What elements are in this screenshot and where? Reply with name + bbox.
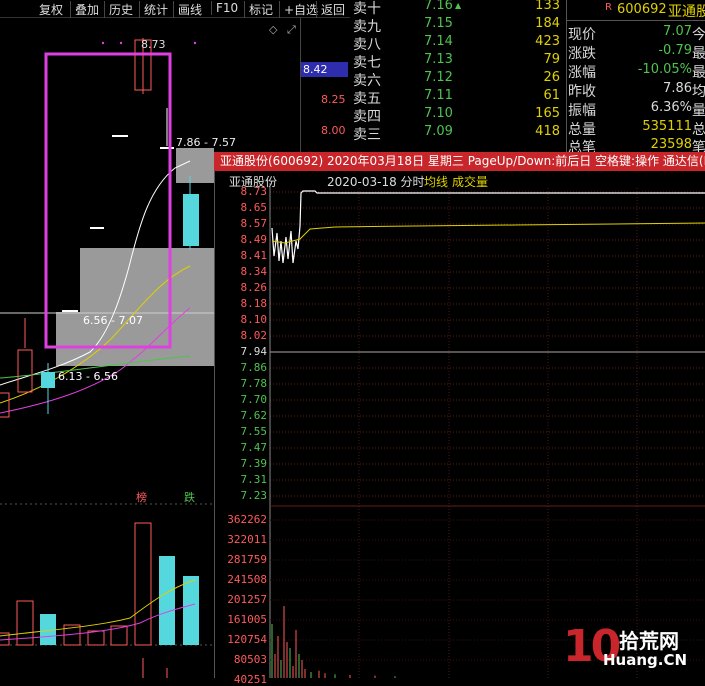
volume-level-label: 241508 — [227, 573, 267, 586]
price-level-label: 7.86 — [240, 361, 268, 374]
price-level-label: 8.18 — [240, 297, 268, 310]
expand-icon[interactable]: ⤢ — [287, 23, 296, 37]
toolbar-stats[interactable]: 统计 — [139, 1, 168, 18]
price-level-label: 8.02 — [240, 329, 268, 342]
toolbar: 复权 叠加 历史 统计 画线 F10 标记 +自选 返回 — [0, 0, 350, 18]
volume-level-label: 201257 — [227, 593, 267, 606]
quote-marker: R — [605, 2, 612, 13]
candle — [0, 392, 10, 418]
price-level-label: 8.65 — [240, 201, 268, 214]
price-level-label: 8.10 — [240, 313, 268, 326]
toolbar-draw[interactable]: 画线 — [173, 1, 202, 18]
order-row[interactable]: 卖五 7.11 61 — [352, 88, 564, 107]
volume-bar — [87, 630, 105, 646]
price-level-label: 7.31 — [240, 473, 268, 486]
toolbar-back[interactable]: 返回 — [316, 1, 345, 18]
toolbar-f10[interactable]: F10 — [211, 1, 238, 15]
popup-title: 亚通股份(600692) 2020年03月18日 星期三 PageUp/Down… — [220, 154, 705, 168]
price-level-label: 8.57 — [240, 217, 268, 230]
order-row[interactable]: 卖四 7.10 165 — [352, 106, 564, 125]
volume-level-label: 161005 — [227, 613, 267, 626]
volume-bar — [183, 576, 199, 645]
toolbar-history[interactable]: 历史 — [104, 1, 133, 18]
range-label-2: 6.56 - 7.07 — [83, 314, 143, 327]
price-level-label: 7.70 — [240, 393, 268, 406]
quote-row: 涨跌 -0.79 最 — [568, 43, 705, 62]
price-level-label: 8.26 — [240, 281, 268, 294]
order-row[interactable]: 卖六 7.12 26 — [352, 70, 564, 89]
volume-level-label: 40251 — [233, 673, 267, 686]
quote-row: 总量 535111 总 — [568, 119, 705, 138]
quote-row: 振幅 6.36% 量 — [568, 100, 705, 119]
price-tick: 8.25 — [321, 93, 346, 106]
toolbar-watchlist[interactable]: +自选 — [279, 1, 318, 18]
diamond-icon[interactable]: ◇ — [269, 23, 277, 36]
volume-level-label: 281759 — [227, 553, 267, 566]
marker-dot — [119, 41, 123, 45]
watermark-domain: Huang.CN — [603, 651, 688, 669]
current-price-tag: 8.42 — [301, 62, 348, 77]
volume-bar — [134, 522, 152, 646]
candle — [17, 349, 33, 393]
price-level-label: 7.94 — [240, 345, 268, 358]
toolbar-fuquan[interactable]: 复权 — [39, 1, 63, 18]
price-level-label: 7.78 — [240, 377, 268, 390]
price-level-label: 8.73 — [240, 185, 268, 198]
order-row[interactable]: 卖九 7.15 184 — [352, 16, 564, 35]
marker-dot — [101, 41, 105, 45]
quote-row: 涨幅 -10.05% 最 — [568, 62, 705, 81]
watermark: 10 拾荒网 Huang.CN — [563, 621, 703, 675]
order-row[interactable]: 卖十 7.16 ▲ 133 — [352, 0, 564, 17]
order-book: 卖十 7.16 ▲ 133 卖九 7.15 184 卖八 7.14 423 卖七 7.13 79 … — [352, 0, 564, 152]
order-row[interactable]: 卖七 7.13 79 — [352, 52, 564, 71]
watermark-text: 拾荒网 — [619, 629, 679, 653]
range-label-1: 7.86 - 7.57 — [176, 136, 236, 149]
candle — [183, 194, 199, 246]
price-level-label: 7.62 — [240, 409, 268, 422]
quote-row: 现价 7.07 今 — [568, 24, 705, 43]
price-tick: 8.00 — [321, 124, 346, 137]
quote-code: 600692 — [617, 2, 667, 17]
quote-row: 昨收 7.86 均 — [568, 81, 705, 100]
kline-chart[interactable] — [0, 18, 214, 678]
high-price-label: 8.73 — [141, 38, 166, 51]
price-level-label: 7.39 — [240, 457, 268, 470]
candle — [41, 372, 55, 388]
volume-level-label: 322011 — [227, 533, 267, 546]
range-label-3: 6.13 - 6.56 — [58, 370, 118, 383]
volume-level-label: 362262 — [227, 513, 267, 526]
price-level-label: 8.49 — [240, 233, 268, 246]
volume-level-label: 120754 — [227, 633, 267, 646]
quote-header: R 600692 亚通股 — [567, 0, 705, 21]
order-row[interactable]: 卖八 7.14 423 — [352, 34, 564, 53]
quote-name: 亚通股 — [668, 4, 705, 20]
intraday-chart[interactable] — [215, 171, 705, 678]
price-level-label: 7.23 — [240, 489, 268, 502]
toolbar-mark[interactable]: 标记 — [244, 1, 273, 18]
order-row[interactable]: 卖三 7.09 418 — [352, 124, 564, 143]
volume-bar — [159, 556, 175, 645]
rank-badge[interactable]: 榜 — [136, 489, 147, 505]
quote-row: 总笔 23598 笔 — [568, 137, 705, 152]
price-level-label: 8.41 — [240, 249, 268, 262]
fall-badge[interactable]: 跌 — [184, 489, 195, 505]
price-level-label: 8.34 — [240, 265, 268, 278]
intraday-popup[interactable]: 亚通股份 2020-03-18 分时 均线 成交量 8.73 8.65 8.57 8.… — [214, 171, 705, 686]
range-zone-top — [176, 148, 214, 183]
toolbar-overlay[interactable]: 叠加 — [70, 1, 99, 18]
arrow-up-icon: ▲ — [455, 1, 462, 10]
quote-panel: R 600692 亚通股 现价 7.07 今 涨跌 -0.79 最 涨幅 -10.05% 最… — [566, 0, 705, 152]
price-level-label: 7.47 — [240, 441, 268, 454]
volume-level-label: 80503 — [233, 653, 267, 666]
price-level-label: 7.55 — [240, 425, 268, 438]
popup-title-bar[interactable]: 亚通股份(600692) 2020年03月18日 星期三 PageUp/Down… — [214, 152, 705, 171]
marker-dot — [193, 41, 197, 45]
